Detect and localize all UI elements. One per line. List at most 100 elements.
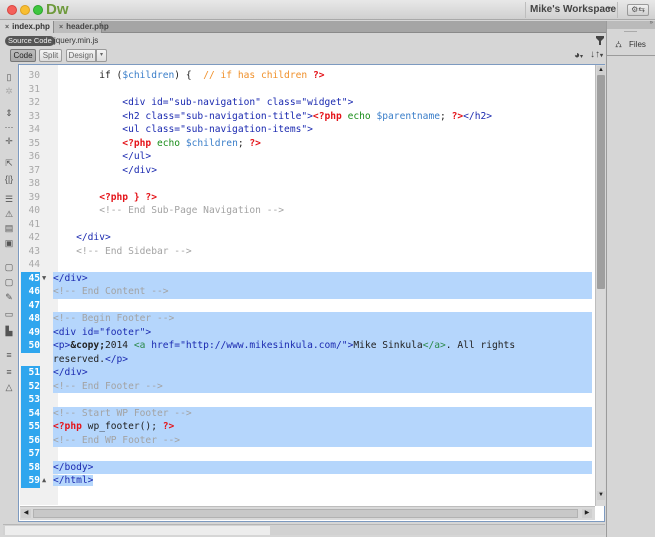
- line-number[interactable]: 47: [21, 298, 40, 312]
- scroll-right-arrow-icon[interactable]: ▶: [582, 509, 592, 518]
- fold-start-icon[interactable]: ▼: [42, 272, 50, 286]
- code-line[interactable]: 38: [19, 177, 592, 191]
- line-numbers-icon[interactable]: ☰: [4, 194, 14, 204]
- code-line[interactable]: 49 <div id="footer">: [19, 325, 592, 339]
- line-number[interactable]: 52: [21, 379, 40, 393]
- word-wrap-icon[interactable]: ▤: [4, 223, 14, 233]
- file-management-icon[interactable]: ↓↑▾: [590, 49, 603, 60]
- show-code-navigator-icon[interactable]: ✲: [4, 86, 14, 96]
- filter-icon[interactable]: [596, 36, 604, 45]
- code-line[interactable]: 43 <!-- End Sidebar -->: [19, 245, 592, 259]
- line-number[interactable]: 54: [21, 406, 40, 420]
- zoom-window-button[interactable]: [33, 5, 43, 15]
- code-line[interactable]: 58 </body>: [19, 460, 592, 474]
- balance-braces-icon[interactable]: {|}: [4, 174, 14, 184]
- line-number[interactable]: 45: [21, 271, 40, 285]
- code-line[interactable]: 44: [19, 258, 592, 272]
- code-view-button[interactable]: Code: [10, 49, 36, 62]
- line-number[interactable]: 40: [21, 204, 40, 218]
- sync-settings-button[interactable]: ⚙⇆: [627, 4, 649, 16]
- code-line[interactable]: 36 </ul>: [19, 150, 592, 164]
- code-line[interactable]: 50 <p>&copy;2014 <a href="http://www.mike…: [19, 339, 592, 366]
- line-number[interactable]: 31: [21, 83, 40, 97]
- open-documents-icon[interactable]: ▯: [4, 72, 14, 82]
- indent-code-icon[interactable]: ≡: [4, 350, 14, 360]
- line-number[interactable]: 56: [21, 433, 40, 447]
- collapse-full-tag-icon[interactable]: ⇕: [4, 108, 14, 118]
- code-line[interactable]: 41: [19, 218, 592, 232]
- code-line[interactable]: 32 <div id="sub-navigation" class="widge…: [19, 96, 592, 110]
- code-line[interactable]: 52 <!-- End Footer -->: [19, 379, 592, 393]
- line-number[interactable]: 42: [21, 231, 40, 245]
- fold-end-icon[interactable]: ▲: [42, 474, 50, 488]
- tag-selector[interactable]: [5, 526, 270, 535]
- collapse-selection-icon[interactable]: ⋯: [4, 122, 14, 132]
- line-number[interactable]: 30: [21, 69, 40, 83]
- code-line[interactable]: 55 <?php wp_footer(); ?>: [19, 420, 592, 434]
- related-file-jquery[interactable]: jquery.min.js: [54, 36, 98, 46]
- code-line[interactable]: 54 <!-- Start WP Footer -->: [19, 406, 592, 420]
- line-number[interactable]: 37: [21, 164, 40, 178]
- line-number[interactable]: 35: [21, 137, 40, 151]
- highlight-invalid-code-icon[interactable]: ⚠: [4, 209, 14, 219]
- code-editor[interactable]: 30 if ($children) { // if has children ?…: [18, 64, 605, 522]
- line-number[interactable]: 57: [21, 447, 40, 461]
- close-tab-icon[interactable]: ×: [59, 24, 63, 31]
- collapse-panel-icon[interactable]: »: [650, 20, 653, 26]
- line-number[interactable]: 38: [21, 177, 40, 191]
- scroll-down-arrow-icon[interactable]: ▼: [597, 491, 605, 500]
- code-line[interactable]: 40 <!-- End Sub-Page Navigation -->: [19, 204, 592, 218]
- line-number[interactable]: 58: [21, 460, 40, 474]
- code-line[interactable]: 42 </div>: [19, 231, 592, 245]
- recent-snippets-icon[interactable]: ▭: [4, 309, 14, 319]
- split-view-button[interactable]: Split: [39, 49, 62, 62]
- format-source-code-icon[interactable]: △: [4, 382, 14, 392]
- line-number[interactable]: 50: [21, 339, 40, 353]
- code-line[interactable]: 51 </div>: [19, 366, 592, 380]
- code-line[interactable]: 45 ▼ </div>: [19, 271, 592, 286]
- code-line[interactable]: 39 <?php } ?>: [19, 191, 592, 205]
- code-lines[interactable]: 30 if ($children) { // if has children ?…: [19, 69, 592, 488]
- line-number[interactable]: 49: [21, 325, 40, 339]
- code-line[interactable]: 35 <?php echo $children; ?>: [19, 137, 592, 151]
- vertical-scroll-thumb[interactable]: [597, 75, 605, 289]
- apply-comment-icon[interactable]: ▢: [4, 262, 14, 272]
- code-line[interactable]: 46 <!-- End Content -->: [19, 285, 592, 299]
- tab-index-php[interactable]: × index.php: [0, 21, 54, 33]
- line-number[interactable]: 34: [21, 123, 40, 137]
- workspace-switcher[interactable]: Mike's Workspace: [530, 4, 616, 15]
- chevron-down-icon[interactable]: ▾: [607, 4, 611, 13]
- line-number[interactable]: 59: [21, 474, 40, 488]
- code-line[interactable]: 34 <ul class="sub-navigation-items">: [19, 123, 592, 137]
- code-line[interactable]: 30 if ($children) { // if has children ?…: [19, 69, 592, 83]
- select-parent-tag-icon[interactable]: ⇱: [4, 158, 14, 168]
- line-number[interactable]: 44: [21, 258, 40, 272]
- line-number[interactable]: 32: [21, 96, 40, 110]
- line-number[interactable]: 36: [21, 150, 40, 164]
- preview-in-browser-icon[interactable]: ◕▾: [574, 50, 583, 61]
- code-line[interactable]: 33 <h2 class="sub-navigation-title"><?ph…: [19, 110, 592, 124]
- line-number[interactable]: 48: [21, 312, 40, 326]
- design-view-button[interactable]: Design: [66, 49, 96, 62]
- code-line[interactable]: 31: [19, 83, 592, 97]
- code-line[interactable]: 47: [19, 298, 592, 312]
- line-number[interactable]: 51: [21, 366, 40, 380]
- source-code-button[interactable]: Source Code: [5, 36, 55, 46]
- code-line[interactable]: 59 ▲ </html>: [19, 474, 592, 488]
- minimize-window-button[interactable]: [20, 5, 30, 15]
- expand-all-icon[interactable]: ✛: [4, 136, 14, 146]
- remove-comment-icon[interactable]: ▢: [4, 277, 14, 287]
- panel-grip[interactable]: [624, 31, 637, 32]
- horizontal-scrollbar[interactable]: ◀ ▶: [20, 506, 595, 520]
- code-line[interactable]: 48 <!-- Begin Footer -->: [19, 312, 592, 326]
- code-line[interactable]: 37 </div>: [19, 164, 592, 178]
- close-tab-icon[interactable]: ×: [5, 24, 9, 31]
- vertical-scrollbar[interactable]: ▲ ▼: [595, 65, 605, 506]
- files-panel-button[interactable]: ⛼ Files: [607, 34, 655, 56]
- line-number[interactable]: 53: [21, 393, 40, 407]
- horizontal-scroll-thumb[interactable]: [33, 509, 578, 518]
- syntax-error-alerts-icon[interactable]: ▣: [4, 238, 14, 248]
- close-window-button[interactable]: [7, 5, 17, 15]
- view-dropdown-button[interactable]: ▾: [96, 49, 107, 62]
- move-css-icon[interactable]: ▙: [4, 326, 14, 336]
